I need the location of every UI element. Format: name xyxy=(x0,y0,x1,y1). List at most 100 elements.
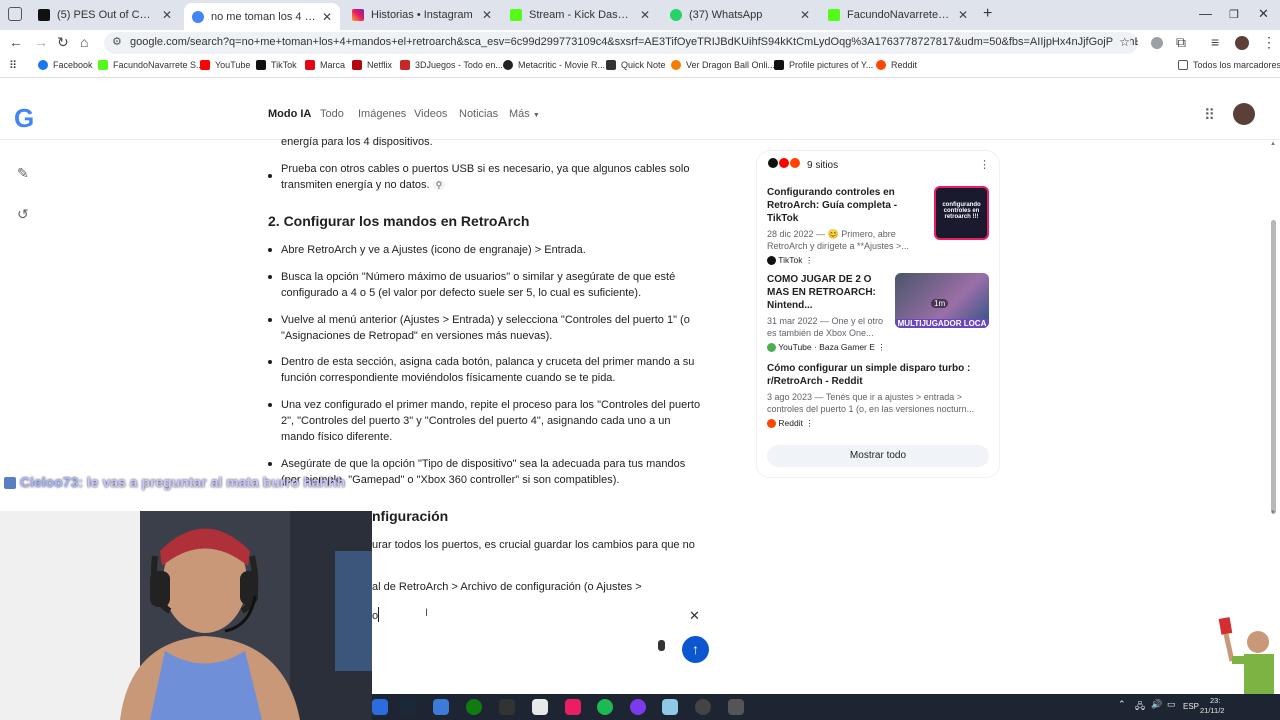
media-control-icon[interactable]: ≡ xyxy=(1211,34,1219,50)
xbox-icon[interactable] xyxy=(466,699,482,715)
close-tab-icon[interactable]: ✕ xyxy=(800,8,810,22)
taskbar-app-icon[interactable] xyxy=(372,699,388,715)
3djuegos-icon xyxy=(400,60,410,70)
history-icon[interactable]: ↺ xyxy=(17,206,29,223)
network-icon[interactable]: 🖧 xyxy=(1135,699,1145,715)
tray-chevron-icon[interactable]: ⌃ xyxy=(1118,699,1126,710)
source-card[interactable]: Configurando controles en RetroArch: Guí… xyxy=(767,186,927,266)
clock-time[interactable]: 23: xyxy=(1210,696,1220,705)
google-logo[interactable]: G xyxy=(14,103,34,134)
taskbar-app-icon[interactable] xyxy=(728,699,744,715)
marca-icon xyxy=(305,60,315,70)
obs-icon[interactable] xyxy=(695,699,711,715)
follow-up-input-box[interactable]: o I ✕ xyxy=(372,598,716,664)
extension-icon[interactable] xyxy=(1151,37,1163,49)
close-tab-icon[interactable]: ✕ xyxy=(640,8,650,22)
taskbar-app-icon[interactable] xyxy=(499,699,515,715)
bookmark-facundo[interactable]: FacundoNavarrete S... xyxy=(98,60,204,70)
profile-avatar-icon[interactable] xyxy=(1235,36,1249,50)
link-icon[interactable]: ⚲ xyxy=(432,180,446,190)
minimize-icon[interactable]: — xyxy=(1199,6,1212,21)
google-apps-icon[interactable]: ⠿ xyxy=(1204,106,1215,124)
restore-icon[interactable]: ❐ xyxy=(1229,8,1239,21)
close-tab-icon[interactable]: ✕ xyxy=(958,8,968,22)
microphone-icon[interactable] xyxy=(658,640,665,651)
site-info-icon[interactable]: ⚙ xyxy=(112,35,122,48)
forward-icon[interactable]: → xyxy=(34,34,48,50)
home-icon[interactable]: ⌂ xyxy=(80,34,88,50)
menu-kebab-icon[interactable]: ⋮ xyxy=(1262,34,1276,51)
source-menu-icon[interactable]: ⋮ xyxy=(805,418,814,428)
battle-net-icon[interactable] xyxy=(433,699,449,715)
text-cursor xyxy=(378,607,379,622)
close-window-icon[interactable]: ✕ xyxy=(1258,6,1269,22)
tab-pes-out-of-context[interactable]: (5) PES Out of Context (@NoCo ✕ xyxy=(30,3,180,27)
scrollbar-thumb[interactable] xyxy=(1271,220,1276,514)
bookmark-dragon-ball[interactable]: Ver Dragon Ball Onli... xyxy=(671,60,775,70)
tab-imagenes[interactable]: Imágenes xyxy=(358,108,406,120)
show-all-button[interactable]: Mostrar todo xyxy=(767,445,989,467)
bookmark-star-icon[interactable]: ☆ xyxy=(1113,35,1130,49)
sources-menu-icon[interactable]: ⋮ xyxy=(979,158,990,171)
sources-count[interactable]: 9 sitios xyxy=(807,160,838,171)
epic-games-icon[interactable] xyxy=(532,699,548,715)
close-tab-icon[interactable]: ✕ xyxy=(482,8,492,22)
bookmark-profile-pictures[interactable]: Profile pictures of Y... xyxy=(774,60,873,70)
bookmark-marca[interactable]: Marca xyxy=(305,60,345,70)
new-chat-icon[interactable]: ✎ xyxy=(17,165,29,182)
tab-whatsapp[interactable]: (37) WhatsApp ✕ xyxy=(662,3,818,27)
bookmark-3djuegos[interactable]: 3DJuegos - Todo en... xyxy=(400,60,503,70)
tab-title: (37) WhatsApp xyxy=(689,9,763,21)
account-avatar[interactable] xyxy=(1233,103,1255,125)
new-tab-button[interactable]: + xyxy=(983,5,992,23)
close-tab-icon[interactable]: ✕ xyxy=(322,10,332,24)
bookmark-netflix[interactable]: Netflix xyxy=(352,60,392,70)
tab-instagram[interactable]: Historias • Instagram ✕ xyxy=(344,3,500,27)
dragon-ball-icon xyxy=(671,60,681,70)
bookmark-youtube[interactable]: YouTube xyxy=(200,60,250,70)
address-bar[interactable]: ⚙ google.com/search?q=no+me+toman+los+4+… xyxy=(104,32,1138,54)
extensions-puzzle-icon[interactable]: ⧉ xyxy=(1176,34,1186,51)
tab-search-icon[interactable] xyxy=(8,7,22,21)
bullet-dot xyxy=(268,174,272,178)
clock-date[interactable]: 21/11/2 xyxy=(1200,706,1224,715)
source-thumbnail[interactable]: configurando controles en retroarch !!! xyxy=(934,186,989,240)
tab-todo[interactable]: Todo xyxy=(320,108,344,120)
close-tab-icon[interactable]: ✕ xyxy=(162,8,172,22)
scroll-down-icon[interactable]: ▼ xyxy=(1270,510,1276,516)
apps-grid-icon[interactable]: ⠿ xyxy=(9,59,17,72)
reload-icon[interactable]: ↻ xyxy=(57,34,69,51)
tab-facundo-stream[interactable]: FacundoNavarrete Stream - Wa ✕ xyxy=(820,3,976,27)
language-indicator[interactable]: ESP xyxy=(1183,702,1199,711)
back-icon[interactable]: ← xyxy=(9,34,23,50)
metacritic-icon xyxy=(503,60,513,70)
scroll-up-icon[interactable]: ▲ xyxy=(1270,141,1276,147)
tab-noticias[interactable]: Noticias xyxy=(459,108,498,120)
source-card[interactable]: Cómo configurar un simple disparo turbo … xyxy=(767,362,989,429)
notepad-icon[interactable] xyxy=(662,699,678,715)
tiktok-live-icon[interactable] xyxy=(565,699,581,715)
tab-modo-ia[interactable]: Modo IA xyxy=(268,108,311,120)
taskbar-app-icon[interactable] xyxy=(630,699,646,715)
send-button[interactable]: ↑ xyxy=(682,636,709,663)
volume-icon[interactable]: 🔊 xyxy=(1151,699,1162,710)
bookmark-facebook[interactable]: Facebook xyxy=(38,60,93,70)
all-bookmarks[interactable]: Todos los marcadores xyxy=(1178,60,1280,70)
source-video-thumbnail[interactable]: 1m MULTIJUGADOR LOCA xyxy=(895,273,989,328)
source-card[interactable]: COMO JUGAR DE 2 O MAS EN RETROARCH: Nint… xyxy=(767,273,892,353)
steam-icon[interactable] xyxy=(400,699,416,715)
source-menu-icon[interactable]: ⋮ xyxy=(805,255,814,265)
netflix-icon xyxy=(352,60,362,70)
bookmark-quick-note[interactable]: Quick Note xyxy=(606,60,666,70)
bookmark-metacritic[interactable]: Metacritic - Movie R... xyxy=(503,60,605,70)
tab-google-search[interactable]: no me toman los 4 mandos el ✕ xyxy=(184,3,340,30)
spotify-icon[interactable] xyxy=(597,699,613,715)
tab-kick-dashboard[interactable]: Stream - Kick Dashboard ✕ xyxy=(502,3,658,27)
tab-videos[interactable]: Videos xyxy=(414,108,447,120)
tab-mas[interactable]: Más ▼ xyxy=(509,108,540,120)
battery-icon[interactable]: ▭ xyxy=(1167,699,1176,710)
source-menu-icon[interactable]: ⋮ xyxy=(877,342,886,352)
clear-input-icon[interactable]: ✕ xyxy=(689,608,700,624)
bookmark-tiktok[interactable]: TikTok xyxy=(256,60,297,70)
bookmark-reddit[interactable]: Reddit xyxy=(876,60,917,70)
